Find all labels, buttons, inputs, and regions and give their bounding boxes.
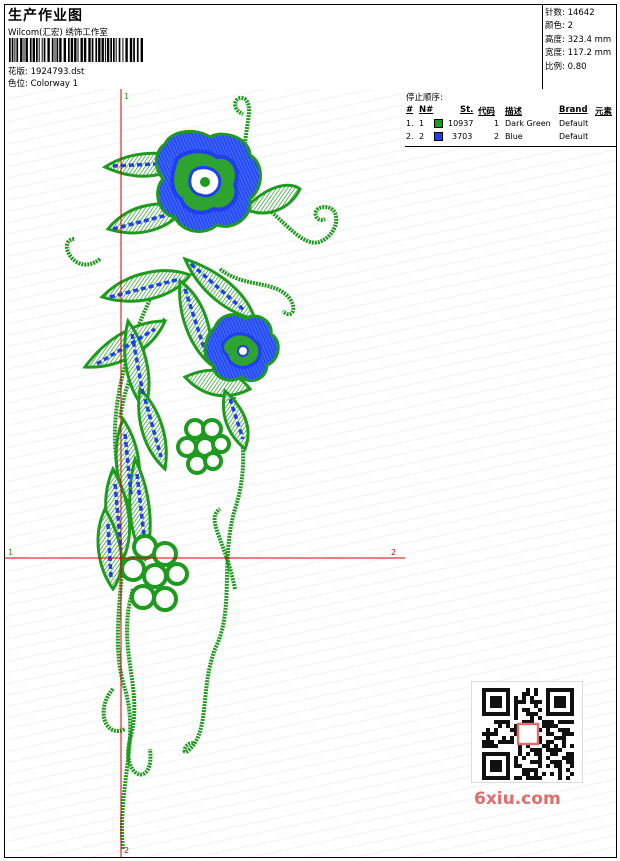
color-swatch-blue (434, 132, 443, 141)
col-element: 元素 (595, 107, 613, 117)
watermark-text: 6xiu.com (474, 789, 561, 809)
color-swatch-green (434, 119, 443, 128)
col-description: 描述 (505, 107, 523, 117)
design-label: 花版: (8, 67, 28, 77)
stats-panel: 针数: 14642 颜色: 2 高度: 323.4 mm 宽度: 117.2 m… (542, 5, 617, 89)
qr-code (482, 688, 574, 780)
production-sheet: 生产作业图 Wilcom(汇宏) 绣饰工作室 花版: 1924793.dst 色… (4, 4, 617, 858)
col-number: N# (419, 105, 434, 115)
col-code: 代码 (478, 107, 496, 117)
stop-sequence-panel: 停止顺序: # N# St. 代码 描述 Brand 元素 1. 1 10937… (405, 89, 616, 857)
stat-height: 高度: 323.4 mm (545, 35, 612, 45)
h-axis-left-label: 1 (8, 548, 14, 557)
v-axis-bottom-label: 2 (124, 846, 130, 855)
h-axis-right-label: 2 (391, 548, 397, 557)
stamp-icon (516, 722, 540, 746)
stat-colors: 颜色: 2 (545, 21, 573, 31)
col-stitches: St. (460, 105, 474, 115)
flower-top (155, 129, 262, 233)
stat-stitches: 针数: 14642 (545, 8, 595, 18)
stat-scale: 比例: 0.80 (545, 62, 587, 72)
design-value: 1924793.dst (30, 67, 85, 77)
header-block: 生产作业图 Wilcom(汇宏) 绣饰工作室 花版: 1924793.dst 色… (5, 5, 616, 90)
stop-sequence-title: 停止顺序: (406, 93, 443, 103)
colorway: 色位: Colorway 1 (8, 77, 78, 89)
embroidery-design (5, 89, 405, 857)
colorway-label: 色位: (8, 79, 28, 89)
stat-width: 宽度: 117.2 mm (545, 48, 612, 58)
stop-sequence-table: 停止顺序: # N# St. 代码 描述 Brand 元素 1. 1 10937… (405, 89, 616, 147)
col-index: # (406, 105, 414, 115)
studio-name: Wilcom(汇宏) 绣饰工作室 (8, 28, 108, 38)
qr-code-box (471, 681, 583, 783)
v-axis-top-label: 1 (124, 92, 130, 101)
design-canvas[interactable]: 1 2 1 2 (5, 89, 406, 857)
flower-middle (203, 313, 280, 382)
design-file: 花版: 1924793.dst (8, 65, 84, 77)
colorway-value: Colorway 1 (30, 79, 79, 89)
col-brand: Brand (559, 105, 588, 115)
page-title: 生产作业图 (8, 8, 83, 24)
barcode (9, 38, 143, 62)
